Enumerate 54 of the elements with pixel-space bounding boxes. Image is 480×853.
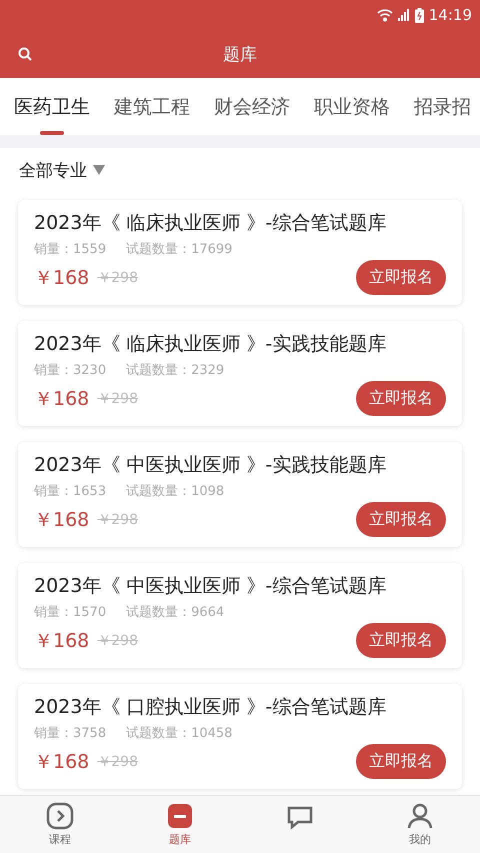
nav-item[interactable]: 题库 [120,796,240,853]
signal-icon [398,9,410,21]
course-title: 2023年《 临床执业医师 》-综合笔试题库 [34,211,388,236]
price: ￥168 [34,266,90,290]
question-count: 试题数量：17699 [126,241,232,258]
battery-icon [414,8,424,22]
sales-count: 销量：1653 [34,483,106,500]
enroll-button[interactable]: 立即报名 [356,623,446,658]
price: ￥168 [34,508,90,532]
category-tab[interactable]: 医药卫生 [14,78,90,135]
status-time: 14:19 [428,6,472,24]
course-card[interactable]: 2023年《 中医执业医师 》-实践技能题库 销量：1653 试题数量：1098 ￥168 ￥298 立即报名 [18,442,462,547]
course-title: 2023年《 临床执业医师 》-实践技能题库 [34,332,388,357]
sales-count: 销量：1559 [34,241,106,258]
category-tab[interactable]: 建筑工程 [114,78,190,135]
category-tab[interactable]: 财会经济 [214,78,290,135]
original-price: ￥298 [97,390,138,408]
enroll-button[interactable]: 立即报名 [356,260,446,295]
enroll-button[interactable]: 立即报名 [356,744,446,779]
question-count: 试题数量：10458 [126,725,232,742]
course-title: 2023年《 中医执业医师 》-综合笔试题库 [34,574,388,599]
price: ￥168 [34,628,90,654]
question-count: 试题数量：2329 [126,362,224,379]
price: ￥168 [34,750,90,774]
sales-count: 销量：3758 [34,725,106,742]
question-count: 试题数量：9664 [126,604,224,621]
question-count: 试题数量：1098 [126,483,224,500]
wifi-icon [376,8,393,22]
dropdown-icon [93,165,105,175]
search-icon[interactable] [18,47,32,61]
nav-item[interactable]: 课程 [0,796,120,853]
category-tab[interactable]: 职业资格 [314,78,390,135]
course-card[interactable]: 2023年《 口腔执业医师 》-综合笔试题库 销量：3758 试题数量：10458 ￥168 ￥298 立即报名 [18,684,462,789]
original-price: ￥298 [97,510,138,528]
enroll-button[interactable]: 立即报名 [356,381,446,416]
original-price: ￥298 [97,752,138,770]
course-title: 2023年《 口腔执业医师 》-综合笔试题库 [34,695,388,720]
major-filter[interactable]: 全部专业 [0,148,480,192]
course-card[interactable]: 2023年《 临床执业医师 》-实践技能题库 销量：3230 试题数量：2329 ￥168 ￥298 立即报名 [18,321,462,426]
nav-item[interactable]: 我的 [360,796,480,853]
user-icon [406,802,434,830]
list-icon [166,802,194,830]
course-title: 2023年《 中医执业医师 》-实践技能题库 [34,453,388,478]
sales-count: 销量：3230 [34,362,106,379]
category-tab[interactable]: 招录招 [414,78,471,135]
course-card[interactable]: 2023年《 中医执业医师 》-综合笔试题库 销量：1570 试题数量：9664 ￥168 ￥298 立即报名 [18,563,462,668]
course-card[interactable]: 2023年《 临床执业医师 》-综合笔试题库 销量：1559 试题数量：17699 ￥168 ￥298 立即报名 [18,200,462,305]
original-price: ￥298 [97,268,138,286]
play-icon [46,802,74,830]
sales-count: 销量：1570 [34,604,106,621]
original-price: ￥298 [97,632,138,650]
price: ￥168 [34,386,90,412]
enroll-button[interactable]: 立即报名 [356,502,446,537]
header-title: 题库 [223,44,257,64]
